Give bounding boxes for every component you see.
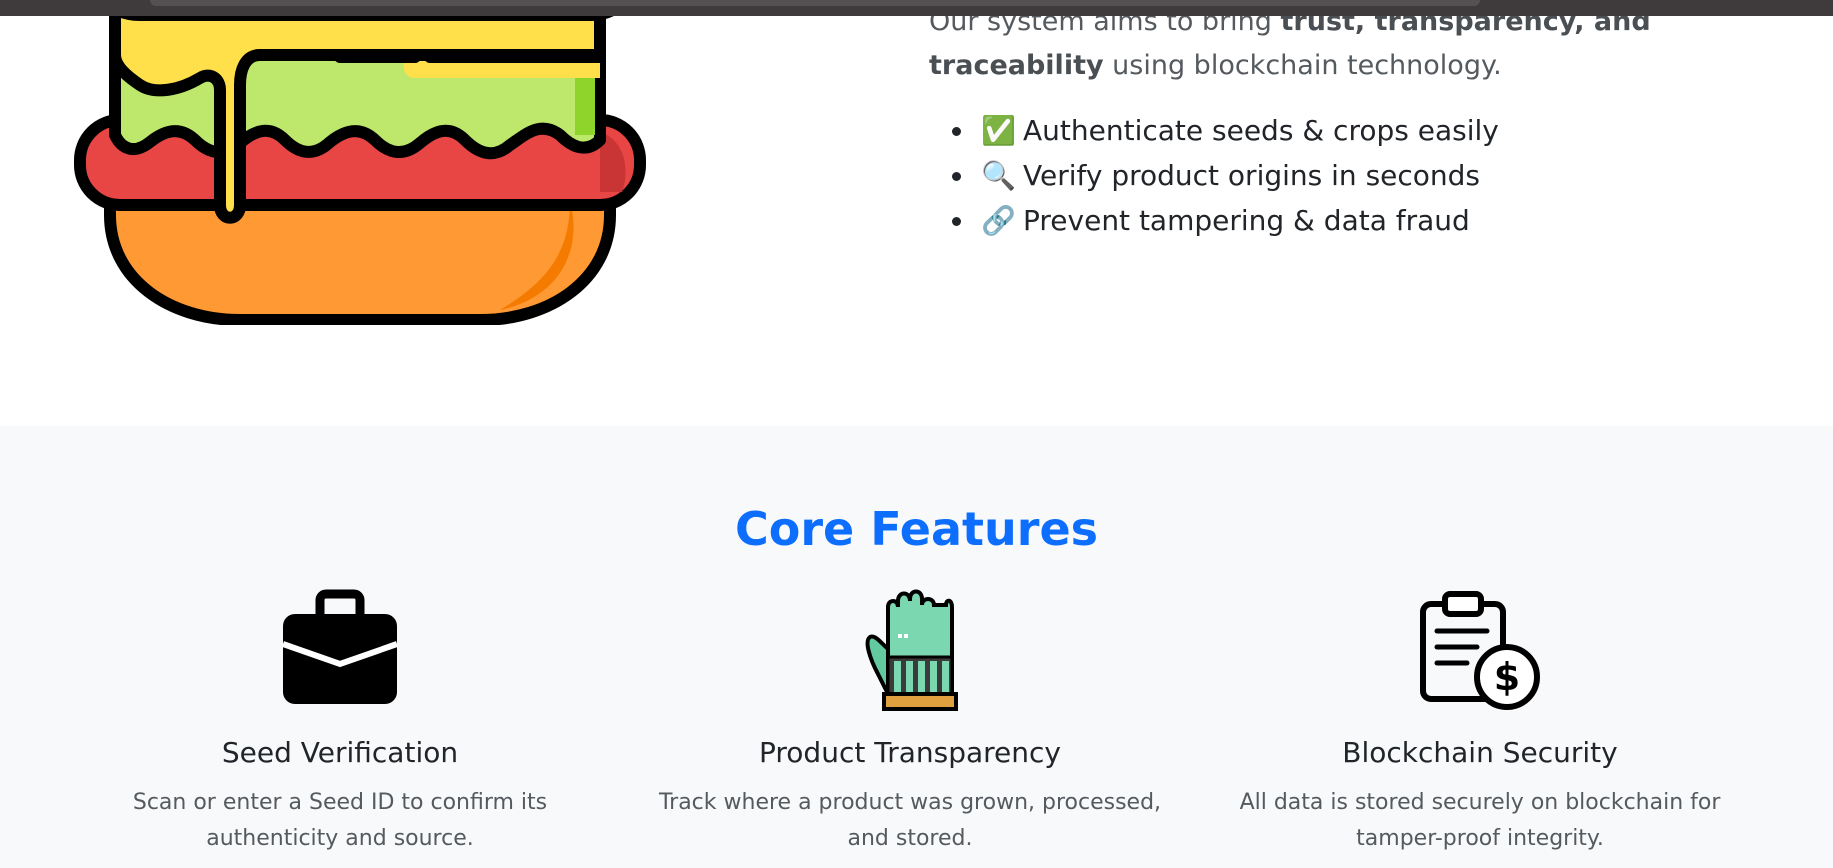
feature-description: All data is stored securely on blockchai…: [1239, 790, 1721, 851]
feature-description: Scan or enter a Seed ID to confirm its a…: [132, 790, 548, 851]
bullet-text: Prevent tampering & data fraud: [1023, 204, 1470, 237]
feature-card-seed-verification: Seed Verification Scan or enter a Seed I…: [65, 589, 615, 857]
bullet-text: Verify product origins in seconds: [1023, 159, 1481, 192]
link-icon: 🔗: [981, 204, 1016, 237]
list-item: ✅ Authenticate seeds & crops easily: [929, 108, 1499, 153]
feature-description: Track where a product was grown, process…: [658, 790, 1162, 851]
about-section: Our system aims to bring trust, transpar…: [0, 0, 1833, 426]
magnifier-icon: 🔍: [981, 159, 1016, 192]
svg-text:$: $: [1494, 655, 1520, 699]
bullet-text: Authenticate seeds & crops easily: [1023, 114, 1499, 147]
about-bullet-list: ✅ Authenticate seeds & crops easily 🔍 Veri…: [929, 108, 1499, 243]
about-intro-suffix: using blockchain technology.: [1103, 50, 1502, 81]
browser-top-bar: [0, 0, 1833, 16]
burger-illustration: [74, 0, 646, 325]
briefcase-icon: [282, 589, 398, 704]
feature-card-product-transparency: Product Transparency Track where a produ…: [635, 589, 1185, 857]
feature-title: Blockchain Security: [1342, 736, 1618, 769]
top-bar-shading: [150, 0, 1480, 6]
core-features-section: Core Features Seed Verification Scan or …: [0, 426, 1833, 868]
list-item: 🔍 Verify product origins in seconds: [929, 153, 1499, 198]
glove-icon: [865, 589, 958, 711]
clipboard-dollar-icon: $: [1420, 591, 1540, 710]
section-title: Core Features: [734, 502, 1099, 556]
feature-card-blockchain-security: $ Blockchain Security All data is stored…: [1205, 589, 1755, 857]
check-mark-icon: ✅: [981, 114, 1016, 147]
list-item: 🔗 Prevent tampering & data fraud: [929, 198, 1499, 243]
feature-title: Product Transparency: [759, 736, 1061, 769]
feature-title: Seed Verification: [221, 736, 459, 769]
